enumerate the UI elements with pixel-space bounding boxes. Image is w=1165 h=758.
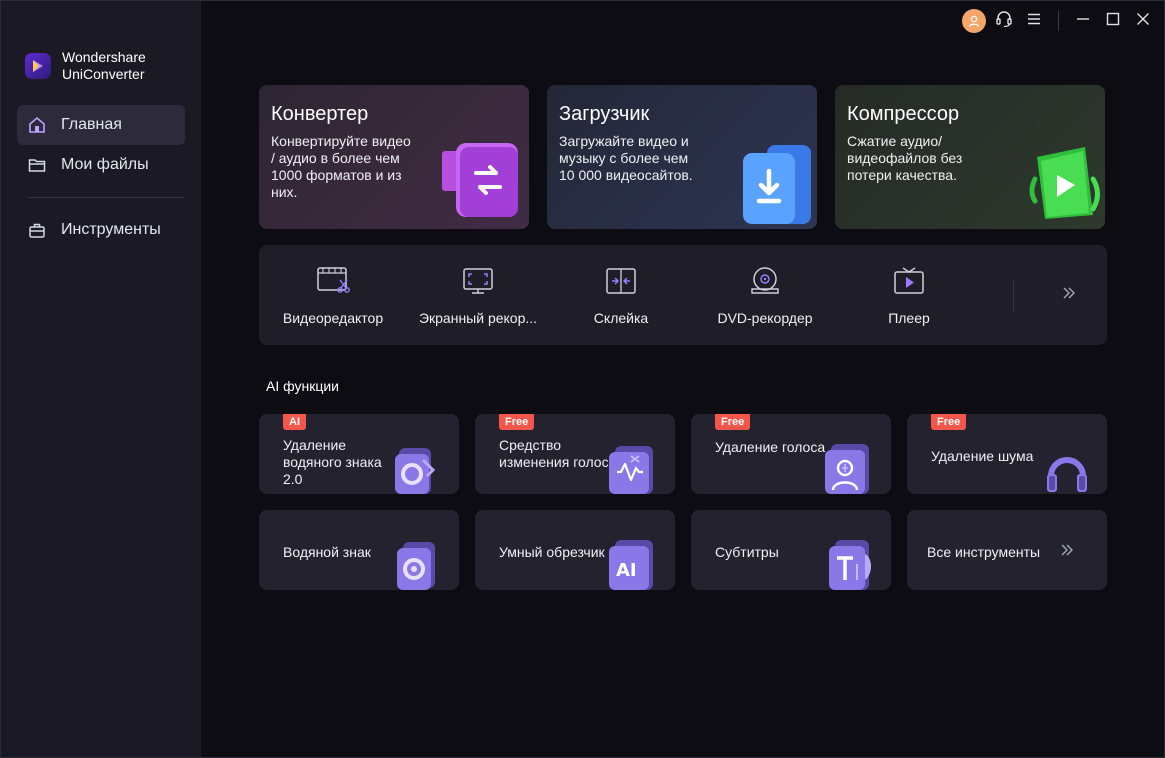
- tools-separator: [1013, 281, 1014, 311]
- more-tools-button[interactable]: [1057, 283, 1081, 307]
- chevron-double-right-icon: [1061, 285, 1077, 306]
- ai-card-title: Все инструменты: [927, 544, 1041, 560]
- tool-label: Видеоредактор: [282, 310, 384, 326]
- tool-label: Плеер: [888, 310, 930, 326]
- toolbox-icon: [28, 221, 46, 239]
- card-description: Сжатие аудио/ видеофайлов без потери кач…: [847, 133, 963, 183]
- sidebar-item-my-files[interactable]: Мои файлы: [17, 145, 185, 185]
- tool-video-editor[interactable]: Видеоредактор: [281, 245, 385, 345]
- svg-text:AI: AI: [616, 560, 637, 581]
- maximize-icon: [1106, 12, 1120, 31]
- ai-card-noise-remover[interactable]: Free Удаление шума: [907, 414, 1107, 494]
- sidebar-item-tools[interactable]: Инструменты: [17, 210, 185, 250]
- noise-remover-icon: [1043, 440, 1091, 494]
- chevron-double-right-icon: [1057, 538, 1077, 562]
- downloader-card[interactable]: Загрузчик Загружайте видео и музыку с бо…: [547, 85, 817, 229]
- sidebar-item-home[interactable]: Главная: [17, 105, 185, 145]
- maximize-button[interactable]: [1098, 6, 1128, 36]
- sidebar-item-label: Главная: [61, 116, 122, 133]
- free-badge: Free: [931, 414, 967, 430]
- minimize-button[interactable]: [1068, 6, 1098, 36]
- folder-icon: [28, 156, 46, 174]
- ai-card-title: Удаление голоса: [715, 439, 826, 455]
- ai-card-title: Средство изменения голоса: [499, 437, 617, 470]
- ai-badge: AI: [283, 414, 306, 430]
- brand-name: Wondershare UniConverter: [62, 49, 146, 83]
- download-icon: [737, 139, 817, 229]
- close-icon: [1136, 12, 1150, 31]
- brand: Wondershare UniConverter: [25, 49, 146, 83]
- titlebar-separator: [1058, 11, 1059, 31]
- home-icon: [28, 116, 46, 134]
- dvd-icon: [748, 265, 782, 297]
- brand-line-2: UniConverter: [62, 66, 145, 82]
- user-avatar-icon: [962, 9, 986, 33]
- card-description: Загружайте видео и музыку с более чем 10…: [559, 133, 693, 183]
- tool-dvd-burner[interactable]: DVD-рекордер: [707, 245, 823, 345]
- card-title: Загрузчик: [559, 103, 650, 125]
- vocal-remover-icon: [823, 438, 871, 494]
- sidebar-item-label: Мои файлы: [61, 156, 149, 173]
- tool-label: DVD-рекордер: [717, 310, 813, 326]
- ai-card-title: Субтитры: [715, 544, 779, 560]
- menu-button[interactable]: [1019, 6, 1049, 36]
- smart-trimmer-icon: AI: [607, 534, 655, 590]
- app-window: Wondershare UniConverter Главная Мои фай…: [0, 0, 1165, 758]
- sidebar-item-label: Инструменты: [61, 221, 161, 238]
- tool-player[interactable]: Плеер: [869, 245, 949, 345]
- watermark-icon: [397, 538, 439, 590]
- ai-card-vocal-remover[interactable]: Free Удаление голоса: [691, 414, 891, 494]
- merge-icon: [604, 265, 638, 297]
- headset-icon: [995, 10, 1013, 33]
- brand-line-1: Wondershare: [62, 49, 146, 65]
- sidebar-divider: [27, 197, 185, 198]
- subtitles-icon: [827, 534, 875, 590]
- all-tools-card[interactable]: Все инструменты: [907, 510, 1107, 590]
- card-title: Компрессор: [847, 103, 960, 125]
- ai-card-title: Удаление водяного знака 2.0: [283, 437, 382, 487]
- ai-card-smart-trimmer[interactable]: Умный обрезчик AI: [475, 510, 675, 590]
- card-description: Конвертируйте видео / аудио в более чем …: [271, 133, 411, 200]
- card-title: Конвертер: [271, 103, 369, 125]
- screen-recorder-icon: [461, 265, 495, 297]
- free-badge: Free: [715, 414, 751, 430]
- ai-card-voice-changer[interactable]: Free Средство изменения голоса: [475, 414, 675, 494]
- tool-label: Склейка: [593, 310, 649, 326]
- sidebar: Wondershare UniConverter Главная Мои фай…: [1, 1, 201, 757]
- account-button[interactable]: [959, 6, 989, 36]
- watermark-remove-icon: [395, 442, 439, 494]
- converter-icon: [434, 129, 529, 229]
- free-badge: Free: [499, 414, 535, 430]
- ai-card-subtitles[interactable]: Субтитры: [691, 510, 891, 590]
- support-button[interactable]: [989, 6, 1019, 36]
- close-button[interactable]: [1128, 6, 1158, 36]
- compressor-card[interactable]: Компрессор Сжатие аудио/ видеофайлов без…: [835, 85, 1105, 229]
- menu-icon: [1027, 12, 1041, 30]
- tool-label: Экранный рекор...: [418, 310, 538, 326]
- ai-card-watermark[interactable]: Водяной знак: [259, 510, 459, 590]
- compress-icon: [1027, 139, 1105, 229]
- ai-section-title: AI функции: [266, 378, 339, 394]
- ai-card-watermark-remover[interactable]: AI Удаление водяного знака 2.0: [259, 414, 459, 494]
- converter-card[interactable]: Конвертер Конвертируйте видео / аудио в …: [259, 85, 529, 229]
- tool-merge[interactable]: Склейка: [571, 245, 671, 345]
- tools-bar: Видеоредактор Экранный рекор... Склейка …: [259, 245, 1107, 345]
- uniconverter-logo-icon: [25, 53, 51, 79]
- voice-changer-icon: [609, 440, 655, 494]
- tool-screen-recorder[interactable]: Экранный рекор...: [413, 245, 543, 345]
- video-editor-icon: [316, 265, 350, 297]
- minimize-icon: [1076, 12, 1090, 31]
- ai-card-title: Водяной знак: [283, 544, 371, 560]
- title-bar: [959, 1, 1164, 41]
- player-icon: [892, 265, 926, 297]
